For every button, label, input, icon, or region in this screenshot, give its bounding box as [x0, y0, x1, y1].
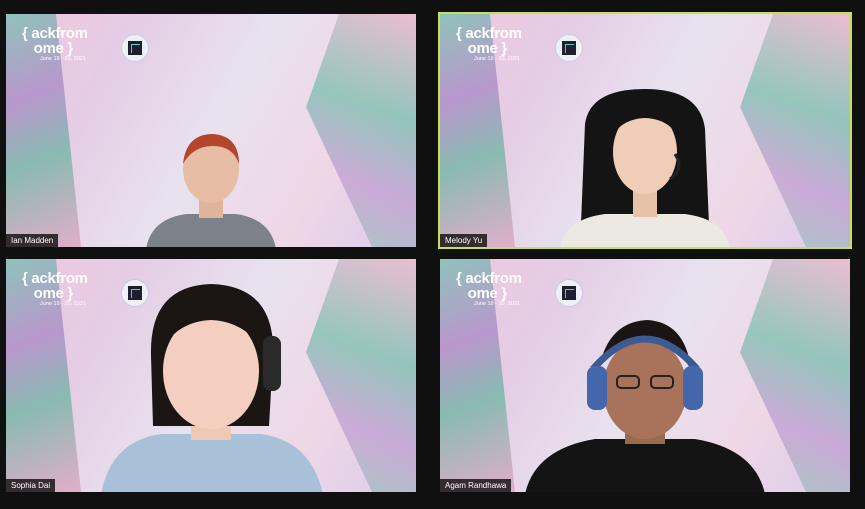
hackfromhome-brand: { ackfrom ome } June 19 - 20, 2021	[22, 26, 162, 66]
participant-video	[525, 320, 765, 492]
brand-wordmark: { ackfrom ome }	[456, 25, 522, 57]
participant-name-label: Melody Yu	[440, 234, 488, 247]
participant-video	[146, 134, 276, 247]
video-tile-agam-randhawa[interactable]: { ackfrom ome } June 19 - 20, 2021 Agam …	[440, 259, 850, 492]
brand-wordmark: { ackfrom ome }	[456, 270, 522, 302]
hackfromhome-brand: { ackfrom ome } June 19 - 20, 2021	[456, 26, 596, 66]
brand-badge-icon	[556, 280, 582, 306]
brand-dates: June 19 - 20, 2021	[40, 56, 86, 62]
hackfromhome-brand: { ackfrom ome } June 19 - 20, 2021	[456, 271, 596, 311]
participant-video	[560, 89, 730, 247]
video-tile-ian-madden[interactable]: { ackfrom ome } June 19 - 20, 2021 Ian M…	[6, 14, 416, 247]
participant-name-label: Agam Randhawa	[440, 479, 512, 492]
brand-dates: June 19 - 20, 2021	[40, 301, 86, 307]
participant-video	[101, 284, 323, 492]
video-tile-sophia-dai[interactable]: { ackfrom ome } June 19 - 20, 2021 Sophi…	[6, 259, 416, 492]
video-tile-melody-yu[interactable]: { ackfrom ome } June 19 - 20, 2021 Melod…	[438, 12, 852, 249]
brand-wordmark: { ackfrom ome }	[22, 25, 88, 57]
participant-name-label: Sophia Dai	[6, 479, 56, 492]
participant-name-label: Ian Madden	[6, 234, 59, 247]
brand-dates: June 19 - 20, 2021	[474, 301, 520, 307]
brand-dates: June 19 - 20, 2021	[474, 56, 520, 62]
brand-wordmark: { ackfrom ome }	[22, 270, 88, 302]
brand-badge-icon	[556, 35, 582, 61]
brand-badge-icon	[122, 35, 148, 61]
